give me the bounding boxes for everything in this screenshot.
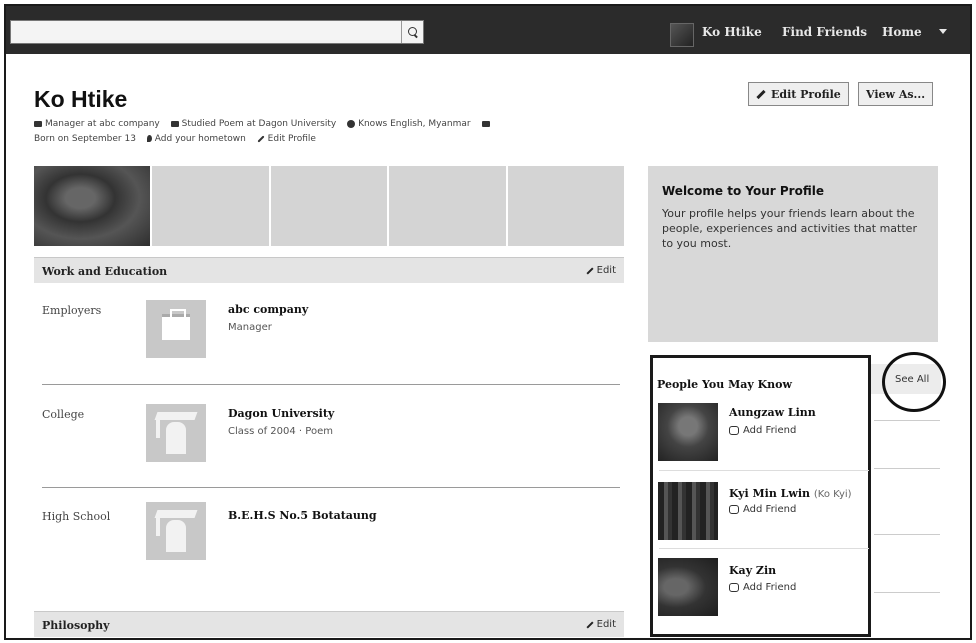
- person-avatar[interactable]: [658, 558, 718, 616]
- graduation-figure: [166, 520, 186, 552]
- work-education-edit-button[interactable]: Edit: [586, 265, 616, 276]
- graduation-cap-icon: [154, 510, 198, 518]
- photo-slot[interactable]: [152, 166, 269, 246]
- welcome-title: Welcome to Your Profile: [662, 184, 824, 198]
- work-education-edit-label: Edit: [596, 265, 616, 276]
- add-friend-label: Add Friend: [743, 504, 797, 515]
- edit-profile-button[interactable]: Edit Profile: [748, 82, 849, 106]
- high-school-name-link[interactable]: B.E.H.S No.5 Botataung: [228, 509, 377, 522]
- right-divider: [874, 534, 940, 535]
- info-born: Born on September 13: [34, 134, 136, 144]
- row-divider: [42, 487, 620, 488]
- person-name-text: Kyi Min Lwin: [729, 487, 811, 500]
- right-divider: [874, 592, 940, 593]
- add-friend-label: Add Friend: [743, 425, 797, 436]
- person-avatar[interactable]: [658, 482, 718, 540]
- pencil-icon: [756, 89, 766, 99]
- employer-name-link[interactable]: abc company: [228, 303, 308, 316]
- person-name-link[interactable]: Kay Zin: [729, 564, 776, 577]
- right-divider: [874, 420, 940, 421]
- photo-slot[interactable]: [270, 166, 388, 246]
- building-icon: [162, 309, 190, 340]
- info-work[interactable]: Manager at abc company: [45, 119, 160, 129]
- person-nickname: (Ko Kyi): [813, 489, 852, 500]
- info-studied[interactable]: Studied Poem at Dagon University: [182, 119, 337, 129]
- person-divider: [659, 548, 869, 549]
- philosophy-edit-label: Edit: [596, 619, 616, 630]
- add-friend-label: Add Friend: [743, 582, 797, 593]
- graduation-cap-icon: [170, 120, 179, 127]
- nav-find-friends-link[interactable]: Find Friends: [782, 25, 867, 39]
- add-friend-icon: [729, 583, 739, 592]
- row-divider: [42, 384, 620, 385]
- search-input[interactable]: [10, 20, 424, 44]
- work-education-title: Work and Education: [42, 265, 168, 278]
- work-education-header: Work and Education Edit: [34, 257, 624, 283]
- info-languages: Knows English, Myanmar: [358, 119, 471, 129]
- high-school-label: High School: [42, 510, 111, 523]
- pencil-icon: [586, 266, 594, 275]
- person-divider: [659, 470, 869, 471]
- people-you-may-know-title: People You May Know: [657, 378, 792, 391]
- graduation-cap-icon: [154, 412, 198, 420]
- right-divider: [874, 468, 940, 469]
- nav-home-link[interactable]: Home: [882, 25, 922, 39]
- search-button[interactable]: [401, 21, 423, 43]
- pencil-icon: [586, 620, 594, 629]
- add-friend-icon: [729, 426, 739, 435]
- top-navigation-bar: Ko Htike Find Friends Home: [6, 6, 970, 54]
- info-edit-profile-link[interactable]: Edit Profile: [268, 134, 316, 144]
- photo-slot[interactable]: [507, 166, 625, 246]
- calendar-icon: [481, 120, 490, 127]
- employers-label: Employers: [42, 304, 102, 317]
- college-placeholder-image[interactable]: [146, 404, 206, 462]
- employer-placeholder-image[interactable]: [146, 300, 206, 358]
- briefcase-icon: [34, 120, 42, 127]
- edit-profile-button-label: Edit Profile: [771, 87, 841, 101]
- nav-avatar[interactable]: [670, 23, 694, 47]
- welcome-box: Welcome to Your Profile Your profile hel…: [648, 166, 938, 342]
- screenshot-frame: Ko Htike Find Friends Home Ko Htike Edit…: [4, 4, 972, 640]
- pencil-icon: [257, 134, 265, 143]
- profile-info-line-2: Born on September 13 Add your hometown E…: [34, 134, 634, 144]
- profile-info-line-1: Manager at abc company Studied Poem at D…: [34, 119, 634, 129]
- high-school-placeholder-image[interactable]: [146, 502, 206, 560]
- college-label: College: [42, 408, 85, 421]
- people-you-may-know-box: People You May Know Aungzaw Linn Add Fri…: [650, 355, 871, 637]
- search-icon: [407, 27, 418, 37]
- employer-position: Manager: [228, 322, 272, 333]
- add-friend-button[interactable]: Add Friend: [729, 582, 796, 593]
- college-class-info: Class of 2004 · Poem: [228, 426, 333, 437]
- profile-name: Ko Htike: [34, 86, 128, 112]
- philosophy-title: Philosophy: [42, 619, 110, 632]
- add-friend-button[interactable]: Add Friend: [729, 425, 796, 436]
- photo-slot[interactable]: [389, 166, 506, 246]
- view-as-button[interactable]: View As...: [858, 82, 934, 106]
- graduation-tassel: [156, 516, 160, 536]
- see-all-highlight-circle: [882, 352, 946, 412]
- nav-profile-link[interactable]: Ko Htike: [702, 25, 762, 39]
- info-hometown-link[interactable]: Add your hometown: [155, 134, 246, 144]
- profile-photo[interactable]: [34, 166, 151, 246]
- globe-icon: [347, 119, 356, 128]
- location-pin-icon: [146, 135, 152, 142]
- graduation-tassel: [156, 418, 160, 438]
- add-friend-icon: [729, 505, 739, 514]
- account-menu-chevron-icon[interactable]: [939, 29, 947, 34]
- welcome-body: Your profile helps your friends learn ab…: [662, 207, 917, 250]
- philosophy-header: Philosophy Edit: [34, 611, 624, 637]
- philosophy-edit-button[interactable]: Edit: [586, 619, 616, 630]
- graduation-figure: [166, 422, 186, 454]
- person-name-link[interactable]: Aungzaw Linn: [729, 406, 816, 419]
- person-name-link[interactable]: Kyi Min Lwin (Ko Kyi): [729, 487, 852, 500]
- person-avatar[interactable]: [658, 403, 718, 461]
- add-friend-button[interactable]: Add Friend: [729, 504, 796, 515]
- photo-strip: [34, 166, 625, 246]
- view-as-button-label: View As...: [866, 87, 926, 101]
- college-name-link[interactable]: Dagon University: [228, 407, 334, 420]
